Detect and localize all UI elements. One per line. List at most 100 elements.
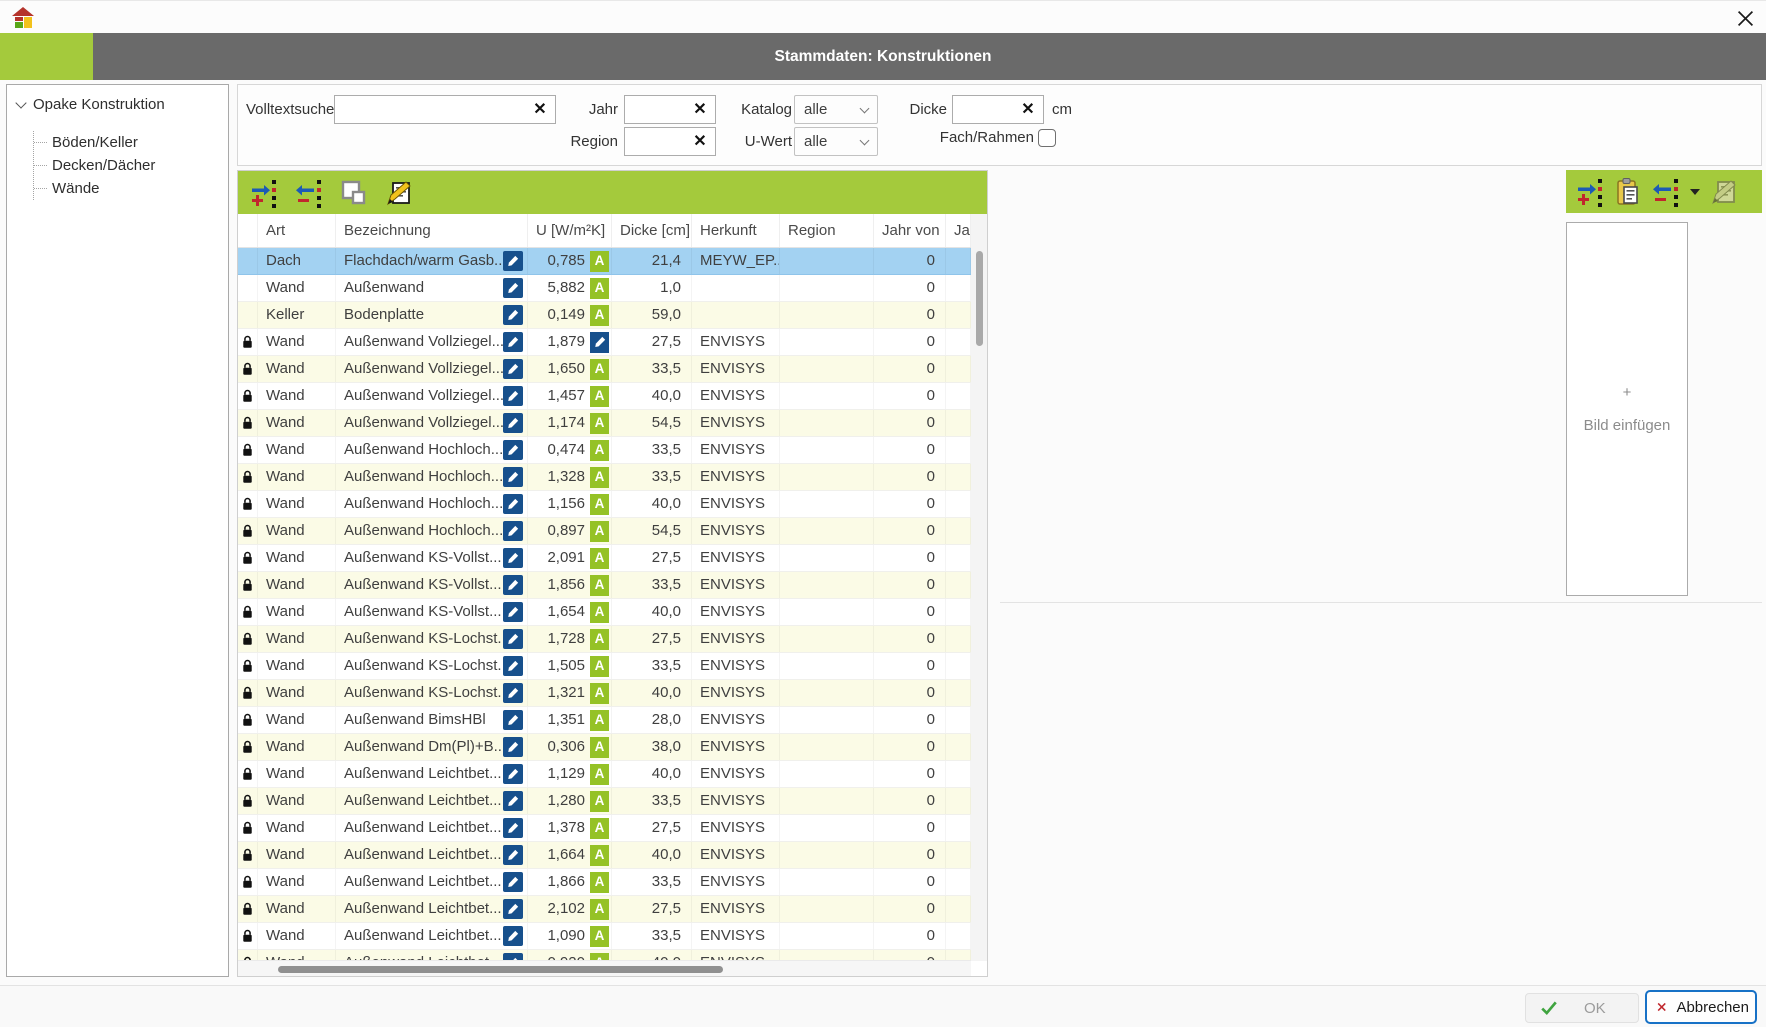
table-row[interactable]: WandAußenwand Leichtbet...1,664A40,0ENVI… <box>238 842 971 869</box>
table-row[interactable]: WandAußenwand Vollziegel...1,87927,5ENVI… <box>238 329 971 356</box>
table-row[interactable]: WandAußenwand5,882A1,00 <box>238 275 971 302</box>
copy-row-icon[interactable] <box>338 177 370 209</box>
table-row[interactable]: WandAußenwand Dm(Pl)+B...0,306A38,0ENVIS… <box>238 734 971 761</box>
bezeichnung-text: Außenwand KS-Vollst... <box>344 572 503 598</box>
tree-node-opake-konstruktion[interactable]: Opake Konstruktion <box>7 93 228 116</box>
edit-pencil-icon[interactable] <box>503 251 523 271</box>
dropdown-caret-icon[interactable] <box>1690 189 1700 195</box>
region-input[interactable] <box>629 128 691 155</box>
edit-pencil-icon[interactable] <box>503 548 523 568</box>
tree-node-child-0[interactable]: Böden/Keller <box>34 131 228 154</box>
paste-image-icon[interactable] <box>1612 176 1644 208</box>
table-row[interactable]: WandAußenwand Leichtbet...1,129A40,0ENVI… <box>238 761 971 788</box>
table-row[interactable]: WandAußenwand Leichtbet...1,866A33,5ENVI… <box>238 869 971 896</box>
clear-dicke-icon[interactable]: ✕ <box>1017 96 1039 123</box>
edit-catalog-icon[interactable] <box>383 177 415 209</box>
add-image-icon[interactable] <box>1574 176 1606 208</box>
header-dicke[interactable]: Dicke [cm] <box>612 214 692 247</box>
table-row[interactable]: WandAußenwand KS-Lochst...1,505A33,5ENVI… <box>238 653 971 680</box>
edit-pencil-icon[interactable] <box>503 683 523 703</box>
edit-pencil-icon[interactable] <box>503 791 523 811</box>
edit-pencil-icon[interactable] <box>503 575 523 595</box>
tree-node-child-2[interactable]: Wände <box>34 177 228 200</box>
katalog-select[interactable]: alle <box>794 95 878 124</box>
table-row[interactable]: WandAußenwand Vollziegel...1,650A33,5ENV… <box>238 356 971 383</box>
horizontal-scrollbar-thumb[interactable] <box>278 966 723 973</box>
edit-pencil-icon[interactable] <box>503 602 523 622</box>
clear-region-icon[interactable]: ✕ <box>689 128 711 155</box>
edit-pencil-icon[interactable] <box>503 278 523 298</box>
table-row[interactable]: WandAußenwand KS-Lochst...1,321A40,0ENVI… <box>238 680 971 707</box>
table-row[interactable]: WandAußenwand Leichtbet...2,102A27,5ENVI… <box>238 896 971 923</box>
edit-pencil-icon[interactable] <box>503 656 523 676</box>
header-marker <box>238 214 258 247</box>
ok-button[interactable]: OK <box>1525 993 1639 1023</box>
remove-image-icon[interactable] <box>1650 176 1682 208</box>
horizontal-scrollbar[interactable] <box>238 960 971 976</box>
table-row[interactable]: DachFlachdach/warm Gasb...0,785A21,4MEYW… <box>238 248 971 275</box>
header-region[interactable]: Region <box>780 214 874 247</box>
close-icon[interactable] <box>1732 5 1758 31</box>
table-row[interactable]: WandAußenwand Hochloch...0,474A33,5ENVIS… <box>238 437 971 464</box>
edit-pencil-icon[interactable] <box>503 899 523 919</box>
edit-pencil-icon[interactable] <box>503 737 523 757</box>
header-bezeichnung[interactable]: Bezeichnung <box>336 214 528 247</box>
edit-pencil-icon[interactable] <box>503 359 523 379</box>
table-row[interactable]: WandAußenwand KS-Lochst...1,728A27,5ENVI… <box>238 626 971 653</box>
table-row[interactable]: WandAußenwand Leichtbet...1,378A27,5ENVI… <box>238 815 971 842</box>
chevron-down-icon[interactable] <box>15 97 26 108</box>
table-row[interactable]: WandAußenwand Hochloch...0,897A54,5ENVIS… <box>238 518 971 545</box>
cell-dicke: 27,5 <box>612 626 692 652</box>
table-row[interactable]: WandAußenwand KS-Vollst...1,856A33,5ENVI… <box>238 572 971 599</box>
uwert-select[interactable]: alle <box>794 127 878 156</box>
cell-herkunft: ENVISYS <box>692 464 780 490</box>
edit-pencil-icon[interactable] <box>503 386 523 406</box>
header-jahr-bis[interactable]: Jah <box>946 214 971 247</box>
add-row-icon[interactable] <box>248 177 280 209</box>
table-row[interactable]: WandAußenwand KS-Vollst...1,654A40,0ENVI… <box>238 599 971 626</box>
edit-pencil-icon[interactable] <box>503 440 523 460</box>
table-row[interactable]: WandAußenwand Hochloch...1,328A33,5ENVIS… <box>238 464 971 491</box>
table-row[interactable]: WandAußenwand BimsHBl1,351A28,0ENVISYS0 <box>238 707 971 734</box>
remove-row-icon[interactable] <box>293 177 325 209</box>
jahr-input[interactable] <box>629 96 691 123</box>
fach-rahmen-checkbox[interactable] <box>1038 129 1056 147</box>
edit-pencil-icon[interactable] <box>503 332 523 352</box>
edit-pencil-icon[interactable] <box>503 413 523 433</box>
vertical-scrollbar-thumb[interactable] <box>976 251 983 346</box>
clear-jahr-icon[interactable]: ✕ <box>689 96 711 123</box>
edit-pencil-icon[interactable] <box>503 872 523 892</box>
edit-pencil-icon[interactable] <box>503 629 523 649</box>
table-row[interactable]: WandAußenwand KS-Vollst...2,091A27,5ENVI… <box>238 545 971 572</box>
header-herkunft[interactable]: Herkunft <box>692 214 780 247</box>
cell-jahr-bis <box>946 626 971 652</box>
vertical-scrollbar[interactable] <box>971 214 987 961</box>
table-row[interactable]: WandAußenwand Leichtbet...1,280A33,5ENVI… <box>238 788 971 815</box>
edit-pencil-icon[interactable] <box>503 305 523 325</box>
edit-pencil-icon[interactable] <box>503 845 523 865</box>
tree-node-child-1[interactable]: Decken/Dächer <box>34 154 228 177</box>
clear-volltextsuche-icon[interactable]: ✕ <box>529 96 551 123</box>
edit-pencil-icon[interactable] <box>503 494 523 514</box>
table-row[interactable]: WandAußenwand Leichtbet...1,090A33,5ENVI… <box>238 923 971 950</box>
edit-pencil-icon[interactable] <box>503 521 523 541</box>
edit-pencil-icon[interactable] <box>503 926 523 946</box>
header-art[interactable]: Art <box>258 214 336 247</box>
table-row[interactable]: WandAußenwand Vollziegel...1,457A40,0ENV… <box>238 383 971 410</box>
table-row[interactable]: WandAußenwand Hochloch...1,156A40,0ENVIS… <box>238 491 971 518</box>
edit-pencil-icon[interactable] <box>503 710 523 730</box>
insert-image-dropzone[interactable]: + Bild einfügen <box>1566 222 1688 596</box>
cell-u-wert: 1,650A <box>528 356 612 382</box>
dicke-field-box: ✕ <box>952 95 1044 124</box>
dicke-input[interactable] <box>957 96 1019 123</box>
edit-pencil-icon[interactable] <box>503 467 523 487</box>
edit-pencil-icon[interactable] <box>503 818 523 838</box>
table-row[interactable]: KellerBodenplatte0,149A59,00 <box>238 302 971 329</box>
volltextsuche-input[interactable] <box>339 96 531 123</box>
cancel-button[interactable]: Abbrechen <box>1645 990 1757 1024</box>
edit-pencil-icon[interactable] <box>503 764 523 784</box>
table-row[interactable]: WandAußenwand Vollziegel...1,174A54,5ENV… <box>238 410 971 437</box>
u-value: 2,091 <box>547 545 585 571</box>
header-jahr-von[interactable]: Jahr von <box>874 214 946 247</box>
header-u-wert[interactable]: U [W/m²K] <box>528 214 612 247</box>
